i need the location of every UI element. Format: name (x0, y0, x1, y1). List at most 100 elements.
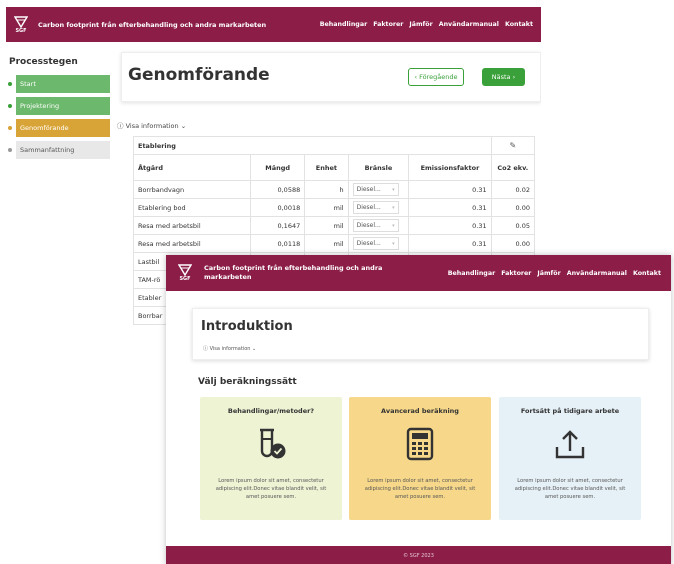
col-header: Emissionsfaktor (408, 154, 492, 181)
previous-button[interactable]: ‹ Föregående (408, 68, 464, 86)
table-row: Etablering bod 0,0018 mil Diesel... ▾ 0.3… (132, 198, 536, 217)
cell-mangd: 0,0018 (250, 198, 306, 217)
card-title: Fortsätt på tidigare arbete (520, 407, 620, 415)
intro-card: Introduktion ⓘ Visa information ⌄ (192, 308, 649, 360)
nav-behandlingar[interactable]: Behandlingar (320, 21, 367, 28)
chevron-down-icon: ▾ (392, 222, 395, 229)
chevron-down-icon: ▾ (392, 204, 395, 211)
show-info-toggle[interactable]: ⓘ Visa information ⌄ (117, 120, 541, 130)
col-header: Bränsle (347, 154, 410, 181)
edit-icon[interactable]: ✎ (509, 141, 516, 150)
step-label: Sammanfattning (16, 141, 110, 159)
show-info-label: Visa information (125, 122, 179, 130)
page-title: Genomförande (128, 65, 270, 85)
card-behandlingar[interactable]: Behandlingar/metoder? Lorem ipsum dolor … (200, 397, 342, 520)
cell-mangd: 0,0588 (250, 180, 306, 199)
cell-atgard: Borrbandvagn (132, 180, 252, 199)
step-dot (8, 82, 12, 86)
section-title: Etablering (133, 136, 492, 155)
nav-jamfor[interactable]: Jämför (409, 21, 432, 28)
step-genomforande[interactable]: Genomförande (6, 119, 116, 137)
col-header: Åtgärd (132, 154, 252, 181)
card-avancerad[interactable]: Avancerad beräkning Lorem ipsum dolor si… (349, 397, 491, 520)
chevron-down-icon: ▾ (392, 240, 395, 247)
nav-faktorer[interactable]: Faktorer (373, 21, 403, 28)
step-dot (8, 126, 12, 130)
chevron-down-icon: ⌄ (180, 122, 187, 130)
fuel-select[interactable]: Diesel... ▾ (352, 219, 399, 232)
main-nav: Behandlingar Faktorer Jämför Användarman… (320, 21, 533, 28)
app-title: Carbon footprint från efterbehandling oc… (204, 263, 383, 281)
nav-kontakt[interactable]: Kontakt (505, 21, 533, 28)
cell-emissionsfaktor: 0.31 (408, 234, 492, 253)
logo-text: SGF (179, 276, 191, 282)
front-window: SGF Carbon footprint från efterbehandlin… (166, 255, 671, 564)
copyright-text: © SGF 2023 (403, 552, 434, 559)
info-icon: ⓘ (117, 122, 124, 130)
chevron-down-icon: ⌄ (252, 346, 257, 352)
top-bar: SGF Carbon footprint från efterbehandlin… (166, 255, 671, 291)
nav-faktorer[interactable]: Faktorer (501, 270, 531, 277)
fuel-value: Diesel... (356, 222, 381, 229)
sidebar-title: Processtegen (9, 57, 78, 67)
fuel-value: Diesel... (356, 240, 381, 247)
info-icon: ⓘ (203, 346, 209, 352)
table-row: Resa med arbetsbil 0,1647 mil Diesel... ▾… (132, 216, 536, 235)
calculator-icon (406, 427, 434, 461)
logo-text: SGF (15, 27, 27, 34)
calc-section-title: Välj beräkningssätt (198, 377, 297, 387)
cell-atgard: Etablering bod (132, 198, 252, 217)
table-row: Resa med arbetsbil 0,0118 mil Diesel... ▾… (132, 234, 536, 253)
nav-behandlingar[interactable]: Behandlingar (448, 270, 495, 277)
card-body: Lorem ipsum dolor sit amet, consectetur … (215, 478, 327, 501)
upload-icon (555, 430, 585, 459)
card-title: Behandlingar/metoder? (227, 407, 315, 415)
nav-anvandarmanual[interactable]: Användarmanual (567, 270, 627, 277)
logo-icon (178, 264, 192, 276)
card-body: Lorem ipsum dolor sit amet, consectetur … (364, 478, 476, 501)
step-sammanfattning[interactable]: Sammanfattning (6, 141, 116, 159)
cell-enhet: mil (304, 198, 349, 217)
cell-enhet: mil (304, 234, 349, 253)
cell-co2: 0.02 (490, 180, 536, 199)
fuel-select[interactable]: Diesel... ▾ (352, 237, 399, 250)
test-tube-check-icon (260, 428, 286, 459)
step-label: Projektering (16, 97, 110, 115)
logo-icon (14, 15, 28, 28)
fuel-select[interactable]: Diesel... ▾ (352, 201, 399, 214)
chevron-down-icon: ▾ (392, 186, 395, 193)
app-title: Carbon footprint från efterbehandling oc… (38, 20, 267, 29)
fuel-select[interactable]: Diesel... ▾ (352, 183, 399, 196)
step-start[interactable]: Start (6, 75, 116, 93)
next-button[interactable]: Nästa › (482, 68, 525, 86)
nav-kontakt[interactable]: Kontakt (633, 270, 661, 277)
sgf-logo[interactable]: SGF (178, 264, 192, 282)
col-header: Enhet (304, 154, 349, 181)
fuel-value: Diesel... (356, 186, 381, 193)
cell-co2: 0.05 (490, 216, 536, 235)
show-info-label: Visa information (209, 346, 251, 352)
cell-emissionsfaktor: 0.31 (408, 216, 492, 235)
card-body: Lorem ipsum dolor sit amet, consectetur … (514, 478, 626, 501)
main-nav: Behandlingar Faktorer Jämför Användarman… (448, 270, 661, 277)
sgf-logo[interactable]: SGF (14, 15, 28, 34)
step-label: Start (16, 75, 110, 93)
cell-atgard: Resa med arbetsbil (132, 234, 252, 253)
table-header: Åtgärd Mängd Enhet Bränsle Emissionsfakt… (132, 154, 536, 181)
step-dot (8, 104, 12, 108)
show-info-toggle[interactable]: ⓘ Visa information ⌄ (203, 345, 256, 352)
card-title: Avancerad beräkning (381, 407, 459, 415)
fuel-value: Diesel... (356, 204, 381, 211)
step-projektering[interactable]: Projektering (6, 97, 116, 115)
intro-title: Introduktion (201, 319, 293, 334)
process-sidebar: Processtegen Start Projektering Genomför… (6, 57, 116, 163)
footer: © SGF 2023 (166, 546, 671, 564)
step-label: Genomförande (16, 119, 110, 137)
cell-co2: 0.00 (490, 198, 536, 217)
card-fortsatt[interactable]: Fortsätt på tidigare arbete Lorem ipsum … (499, 397, 641, 520)
cell-emissionsfaktor: 0.31 (408, 198, 492, 217)
nav-jamfor[interactable]: Jämför (537, 270, 560, 277)
cell-mangd: 0,1647 (250, 216, 306, 235)
cell-co2: 0.00 (490, 234, 536, 253)
nav-anvandarmanual[interactable]: Användarmanual (439, 21, 499, 28)
